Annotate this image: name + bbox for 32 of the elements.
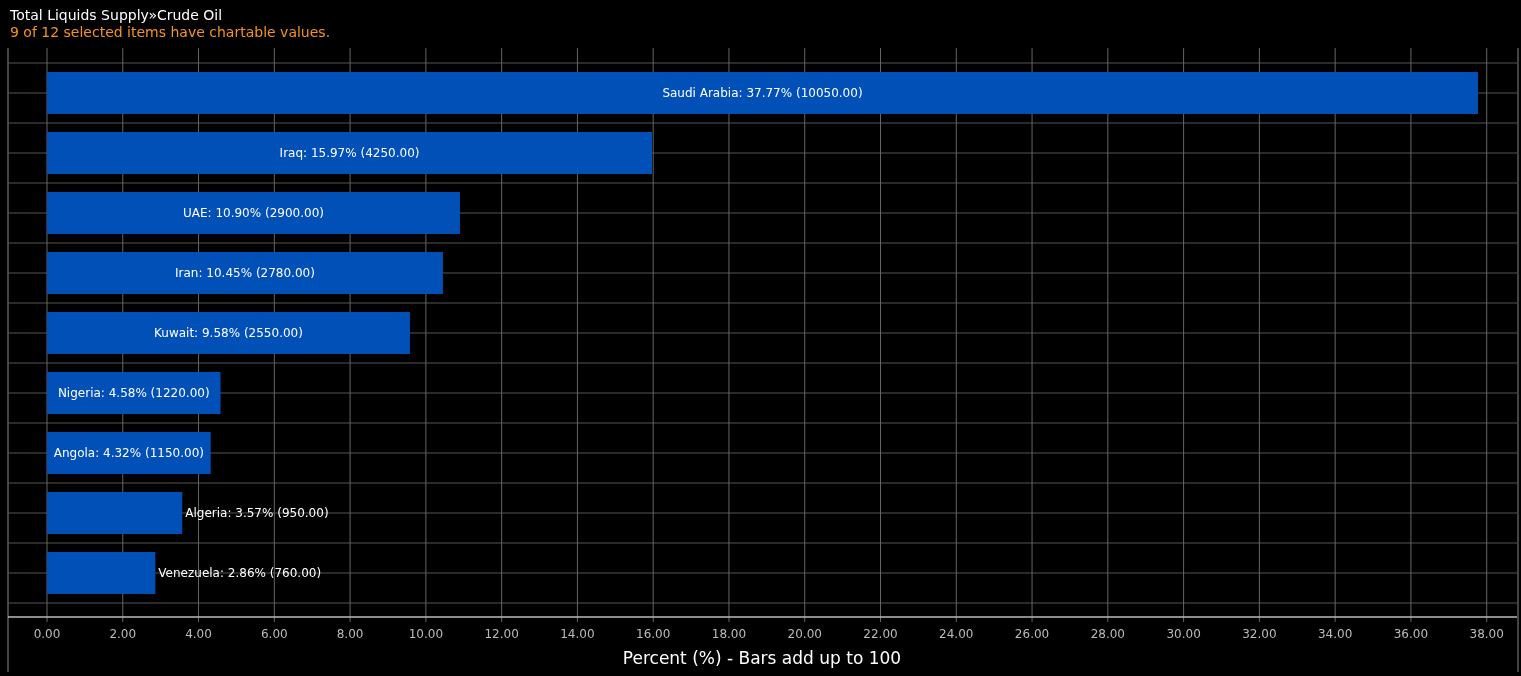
axis-tick-label: 28.00 [1090, 627, 1125, 641]
axis-tick-label: 10.00 [408, 627, 444, 641]
axis-tick-label: 14.00 [560, 627, 595, 641]
axis-tick-label: 30.00 [1166, 627, 1201, 641]
axis-tick-label: 16.00 [636, 627, 671, 641]
axis-tick-label: 20.00 [787, 627, 822, 641]
bar-label: Venezuela: 2.86% (760.00) [158, 566, 322, 580]
bar-label: Iraq: 15.97% (4250.00) [279, 146, 420, 160]
bar-label: Kuwait: 9.58% (2550.00) [154, 326, 303, 340]
bar-label: UAE: 10.90% (2900.00) [183, 206, 324, 220]
axis-title: Percent (%) - Bars add up to 100 [622, 648, 902, 668]
axis-tick-label: 36.00 [1393, 627, 1429, 641]
axis-tick-label: 4.00 [185, 627, 212, 641]
axis-tick-label: 22.00 [863, 627, 898, 641]
axis-tick-label: 6.00 [260, 627, 288, 641]
bar-label: Nigeria: 4.58% (1220.00) [57, 386, 210, 400]
bar-label: Iran: 10.45% (2780.00) [175, 266, 315, 280]
axis-tick-label: 18.00 [711, 627, 747, 641]
axis-tick-label: 26.00 [1014, 627, 1050, 641]
notice-text: 9 of 12 selected items have chartable values. [10, 24, 331, 41]
axis-tick-label: 34.00 [1317, 627, 1353, 641]
bar-label: Algeria: 3.57% (950.00) [185, 506, 329, 520]
axis-tick-label: 12.00 [484, 627, 519, 641]
axis-tick-label: 32.00 [1242, 627, 1277, 641]
bar-label: Angola: 4.32% (1150.00) [53, 446, 204, 460]
axis-tick-label: 38.00 [1469, 627, 1504, 641]
bar-label: Saudi Arabia: 37.77% (10050.00) [662, 86, 863, 100]
axis-tick-label: 2.00 [109, 627, 137, 641]
axis-tick-label: 0.00 [33, 627, 61, 641]
axis-tick-label: 8.00 [336, 627, 364, 641]
axis-tick-label: 24.00 [939, 627, 974, 641]
chart-title: Total Liquids Supply»Crude Oil [10, 7, 223, 24]
